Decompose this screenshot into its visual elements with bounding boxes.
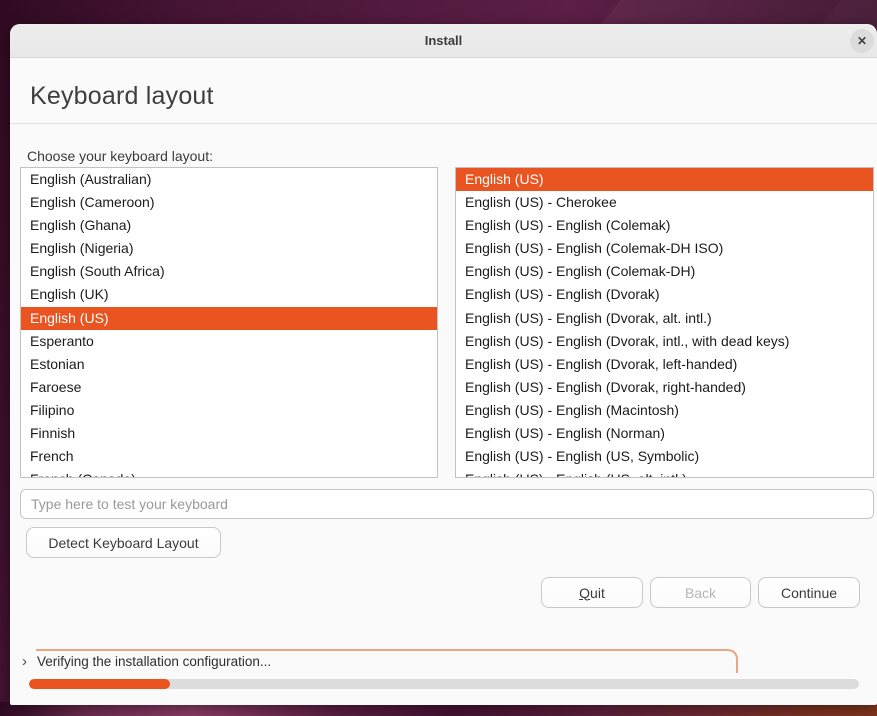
- layout-option[interactable]: Estonian: [21, 353, 437, 376]
- variant-option[interactable]: English (US) - English (Dvorak, alt. int…: [456, 307, 873, 330]
- back-button[interactable]: Back: [650, 577, 751, 608]
- continue-button[interactable]: Continue: [758, 577, 860, 608]
- variant-option[interactable]: English (US): [456, 168, 873, 191]
- keyboard-test-input[interactable]: [20, 489, 874, 519]
- page-header: Keyboard layout: [10, 58, 877, 124]
- detect-keyboard-layout-button[interactable]: Detect Keyboard Layout: [26, 527, 221, 558]
- layout-option[interactable]: English (Nigeria): [21, 237, 437, 260]
- variant-option[interactable]: English (US) - English (Norman): [456, 422, 873, 445]
- status-message: Verifying the installation configuration…: [37, 654, 271, 669]
- keyboard-variant-list[interactable]: English (US)English (US) - CherokeeEngli…: [455, 167, 874, 478]
- variant-option[interactable]: English (US) - Cherokee: [456, 191, 873, 214]
- variant-option[interactable]: English (US) - English (Macintosh): [456, 399, 873, 422]
- install-window: Install ✕ Keyboard layout Choose your ke…: [10, 24, 877, 705]
- layout-option[interactable]: Faroese: [21, 376, 437, 399]
- continue-button-label: Continue: [765, 585, 853, 601]
- page-title: Keyboard layout: [30, 82, 214, 111]
- variant-option[interactable]: English (US) - English (Dvorak): [456, 283, 873, 306]
- variant-option[interactable]: English (US) - English (Colemak-DH ISO): [456, 237, 873, 260]
- layout-option[interactable]: Esperanto: [21, 330, 437, 353]
- layout-option[interactable]: French (Canada): [21, 468, 437, 478]
- variant-option[interactable]: English (US) - English (Dvorak, left-han…: [456, 353, 873, 376]
- variant-option[interactable]: English (US) - English (US, Symbolic): [456, 445, 873, 468]
- titlebar[interactable]: Install ✕: [10, 24, 877, 58]
- variant-option[interactable]: English (US) - English (Dvorak, intl., w…: [456, 330, 873, 353]
- keyboard-layout-list[interactable]: English (Australian)English (Cameroon)En…: [20, 167, 438, 478]
- layout-option[interactable]: English (Ghana): [21, 214, 437, 237]
- layout-option[interactable]: French: [21, 445, 437, 468]
- layout-option[interactable]: Finnish: [21, 422, 437, 445]
- window-title: Install: [10, 24, 877, 57]
- choose-layout-label: Choose your keyboard layout:: [27, 148, 213, 164]
- variant-option[interactable]: English (US) - English (Dvorak, right-ha…: [456, 376, 873, 399]
- variant-option[interactable]: English (US) - English (Colemak): [456, 214, 873, 237]
- variant-option[interactable]: English (US) - English (US, alt. intl.): [456, 468, 873, 478]
- quit-button[interactable]: Quit: [541, 577, 643, 608]
- install-progress-bar: [29, 679, 859, 689]
- install-progress-fill: [29, 679, 170, 689]
- close-icon[interactable]: ✕: [850, 29, 874, 53]
- variant-option[interactable]: English (US) - English (Colemak-DH): [456, 260, 873, 283]
- layout-option[interactable]: English (Cameroon): [21, 191, 437, 214]
- layout-option[interactable]: English (Australian): [21, 168, 437, 191]
- back-button-label: Back: [657, 585, 744, 601]
- layout-option[interactable]: Filipino: [21, 399, 437, 422]
- quit-button-label: Quit: [548, 585, 636, 601]
- chevron-right-icon[interactable]: ›: [22, 653, 27, 670]
- layout-option[interactable]: English (South Africa): [21, 260, 437, 283]
- layout-option[interactable]: English (UK): [21, 283, 437, 306]
- layout-option[interactable]: English (US): [21, 307, 437, 330]
